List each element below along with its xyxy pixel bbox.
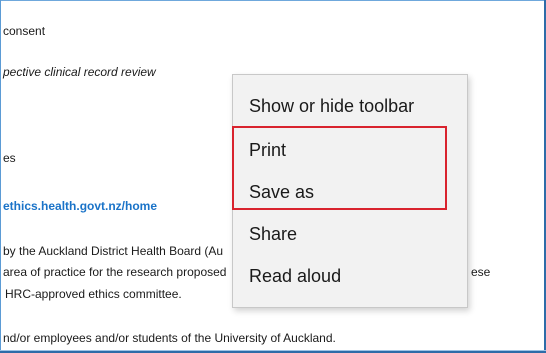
menu-item-read-aloud[interactable]: Read aloud (249, 266, 341, 287)
document-text-consent: consent (3, 24, 46, 38)
document-text-area-of-practice: area of practice for the research propos… (3, 265, 227, 279)
ethics-link[interactable]: ethics.health.govt.nz/home (3, 199, 157, 213)
window-border-left (0, 0, 1, 353)
menu-item-print[interactable]: Print (249, 140, 286, 161)
document-text-es: es (3, 151, 16, 165)
document-text-hrc-committee: HRC-approved ethics committee. (5, 287, 182, 301)
document-text-university: nd/or employees and/or students of the U… (3, 331, 336, 345)
context-menu: Show or hide toolbar Print Save as Share… (232, 74, 468, 308)
document-text-record-review: pective clinical record review (3, 65, 156, 79)
document-text-auckland-dhb: by the Auckland District Health Board (A… (3, 244, 224, 258)
document-text-ese: ese (471, 265, 491, 279)
window-border-top (0, 0, 546, 1)
menu-item-show-hide-toolbar[interactable]: Show or hide toolbar (249, 96, 414, 117)
menu-item-share[interactable]: Share (249, 224, 297, 245)
menu-item-save-as[interactable]: Save as (249, 182, 314, 203)
